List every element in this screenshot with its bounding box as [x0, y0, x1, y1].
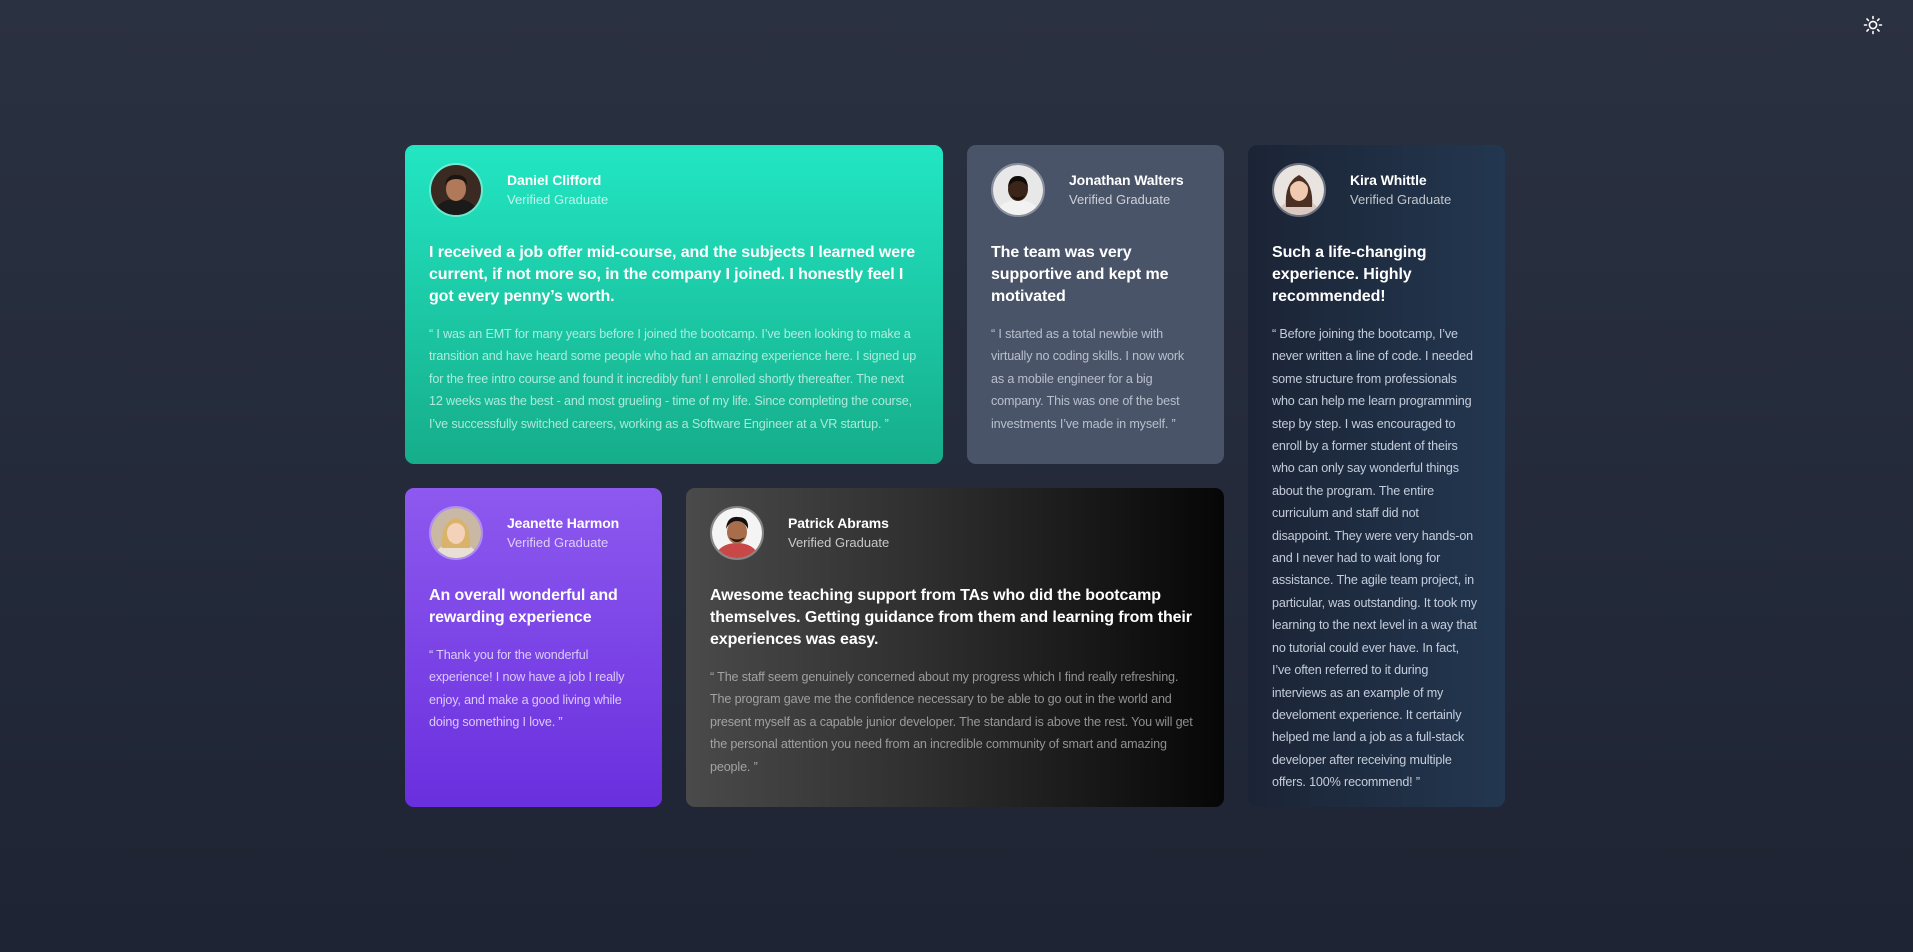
author-name: Jeanette Harmon [507, 515, 620, 531]
author-role: Verified Graduate [507, 192, 609, 207]
author-name: Kira Whittle [1350, 172, 1427, 188]
author-role: Verified Graduate [1350, 192, 1452, 207]
card-header: Kira Whittle Verified Graduate [1272, 162, 1481, 218]
sun-icon [1863, 15, 1883, 35]
testimonial-headline: The team was very supportive and kept me… [991, 244, 1169, 305]
avatar [429, 163, 483, 217]
author-role: Verified Graduate [507, 535, 609, 550]
theme-toggle-button[interactable] [1862, 14, 1884, 36]
author-role: Verified Graduate [1069, 192, 1171, 207]
author-name: Daniel Clifford [507, 172, 602, 188]
testimonials-grid: Daniel Clifford Verified Graduate I rece… [405, 145, 1505, 807]
avatar [429, 506, 483, 560]
avatar [1272, 163, 1326, 217]
author-role: Verified Graduate [788, 535, 890, 550]
avatar [991, 163, 1045, 217]
card-header: Patrick Abrams Verified Graduate [710, 505, 1200, 561]
card-header: Jonathan Walters Verified Graduate [991, 162, 1200, 218]
testimonial-card-jonathan-walters: Jonathan Walters Verified Graduate The t… [967, 145, 1224, 464]
author-name: Jonathan Walters [1069, 172, 1184, 188]
testimonial-headline: I received a job offer mid-course, and t… [429, 244, 916, 305]
testimonial-quote: “ Thank you for the wonderful experience… [429, 648, 625, 730]
testimonial-card-patrick-abrams: Patrick Abrams Verified Graduate Awesome… [686, 488, 1224, 807]
card-header: Daniel Clifford Verified Graduate [429, 162, 919, 218]
author-name: Patrick Abrams [788, 515, 889, 531]
testimonial-quote: “ I started as a total newbie with virtu… [991, 327, 1185, 431]
avatar [710, 506, 764, 560]
testimonial-quote: “ I was an EMT for many years before I j… [429, 327, 917, 431]
testimonial-quote: “ Before joining the bootcamp, I’ve neve… [1272, 327, 1477, 790]
testimonial-card-kira-whittle: Kira Whittle Verified Graduate Such a li… [1248, 145, 1505, 807]
testimonial-headline: Awesome teaching support from TAs who di… [710, 587, 1192, 648]
card-header: Jeanette Harmon Verified Graduate [429, 505, 638, 561]
testimonial-quote: “ The staff seem genuinely concerned abo… [710, 670, 1193, 774]
testimonial-headline: Such a life-changing experience. Highly … [1272, 244, 1427, 305]
testimonial-card-jeanette-harmon: Jeanette Harmon Verified Graduate An ove… [405, 488, 662, 807]
testimonial-headline: An overall wonderful and rewarding exper… [429, 587, 618, 626]
testimonial-card-daniel-clifford: Daniel Clifford Verified Graduate I rece… [405, 145, 943, 464]
